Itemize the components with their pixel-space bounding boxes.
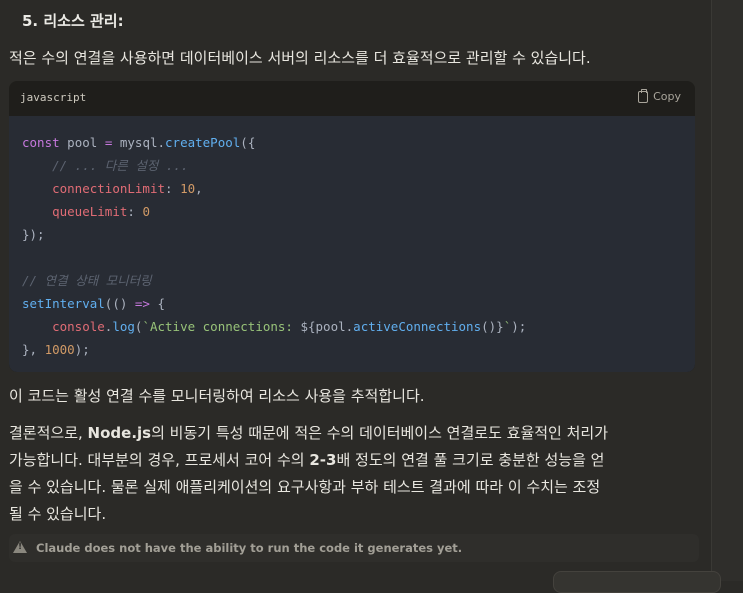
code-content: const pool = mysql.createPool({ // ... 다… (22, 135, 527, 357)
disclaimer-banner: Claude does not have the ability to run … (9, 534, 699, 562)
conclusion-paragraph: 결론적으로, Node.js의 비동기 특성 때문에 적은 수의 데이터베이스 … (9, 424, 609, 523)
bottom-panel-edge (553, 571, 721, 593)
explanation-paragraph: 이 코드는 활성 연결 수를 모니터링하여 리소스 사용을 추적합니다. (9, 387, 425, 405)
code-body[interactable]: const pool = mysql.createPool({ // ... 다… (9, 116, 695, 372)
section-heading: 5. 리소스 관리: (22, 12, 124, 30)
warning-icon (13, 541, 27, 553)
code-language-label: javascript (20, 91, 87, 104)
right-sidebar-strip (711, 0, 743, 581)
clipboard-icon (638, 88, 649, 103)
code-header: javascript Copy (9, 81, 695, 115)
disclaimer-text: Claude does not have the ability to run … (36, 541, 463, 555)
copy-label: Copy (653, 90, 681, 103)
code-block: javascript Copy const pool = mysql.creat… (9, 81, 695, 372)
intro-paragraph: 적은 수의 연결을 사용하면 데이터베이스 서버의 리소스를 더 효율적으로 관… (9, 49, 591, 67)
copy-button[interactable]: Copy (638, 88, 681, 103)
